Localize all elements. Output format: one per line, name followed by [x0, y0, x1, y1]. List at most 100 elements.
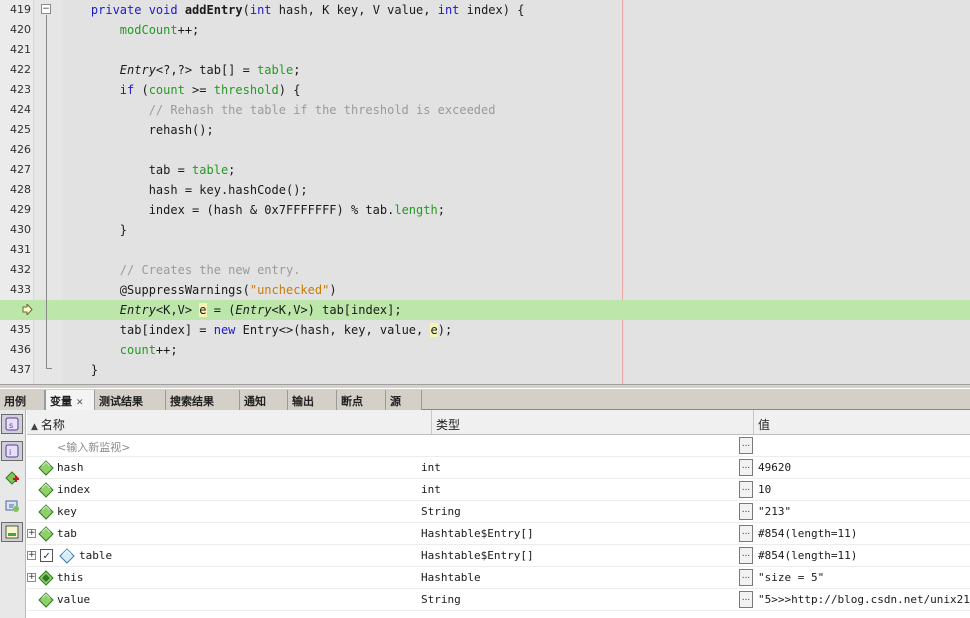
variable-value[interactable]: "213": [758, 505, 791, 518]
code-line[interactable]: 426: [0, 140, 970, 160]
code-text[interactable]: if (count >= threshold) {: [62, 83, 301, 97]
line-number: 428: [10, 183, 31, 196]
code-line[interactable]: 435 tab[index] = new Entry<>(hash, key, …: [0, 320, 970, 340]
code-text[interactable]: private void addEntry(int hash, K key, V…: [62, 3, 525, 17]
variable-row-tab[interactable]: + tab Hashtable$Entry[]... #854(length=11): [27, 523, 970, 545]
code-line[interactable]: 434 Entry<K,V> e = (Entry<K,V>) tab[inde…: [0, 300, 970, 320]
expand-toggle-icon[interactable]: +: [27, 573, 36, 582]
variable-name: index: [57, 483, 91, 496]
variable-row-key[interactable]: key String... "213": [27, 501, 970, 523]
code-line[interactable]: 421: [0, 40, 970, 60]
code-line[interactable]: 422 Entry<?,?> tab[] = table;: [0, 60, 970, 80]
edit-value-button[interactable]: ...: [739, 481, 753, 498]
tab-label: 搜索结果: [170, 395, 214, 408]
code-text[interactable]: }: [62, 363, 98, 377]
code-text[interactable]: // Creates the new entry.: [62, 263, 301, 277]
variable-value[interactable]: #854(length=11): [758, 527, 857, 540]
code-text[interactable]: }: [62, 223, 127, 237]
tab-1[interactable]: 变量 ✕: [45, 390, 95, 410]
watch-checkbox[interactable]: ✓: [40, 549, 53, 562]
variable-type: Hashtable: [421, 571, 481, 584]
show-values-button[interactable]: [1, 522, 23, 542]
code-line[interactable]: 430 }: [0, 220, 970, 240]
code-token: count: [62, 343, 156, 357]
tab-label: 断点: [341, 395, 363, 408]
variable-row-index[interactable]: index int... 10: [27, 479, 970, 501]
variable-value[interactable]: 49620: [758, 461, 791, 474]
show-inherited-button[interactable]: i: [1, 441, 23, 461]
code-token: Entry<>(hash, key, value,: [235, 323, 431, 337]
edit-value-button[interactable]: ...: [739, 547, 753, 564]
expand-toggle-icon[interactable]: +: [27, 529, 36, 538]
variable-row-this[interactable]: + this Hashtable... "size = 5": [27, 567, 970, 589]
code-line[interactable]: 432 // Creates the new entry.: [0, 260, 970, 280]
code-line[interactable]: 429 index = (hash & 0x7FFFFFFF) % tab.le…: [0, 200, 970, 220]
edit-value-button[interactable]: ...: [739, 569, 753, 586]
code-line[interactable]: 428 hash = key.hashCode();: [0, 180, 970, 200]
variable-row-hash[interactable]: hash int... 49620: [27, 457, 970, 479]
code-token: new: [213, 323, 236, 337]
code-text[interactable]: tab = table;: [62, 163, 236, 177]
code-text[interactable]: hash = key.hashCode();: [62, 183, 308, 197]
line-number: 431: [10, 243, 31, 256]
tab-label: 输出: [292, 395, 314, 408]
tab-3[interactable]: 搜索结果: [166, 390, 240, 410]
code-text[interactable]: tab[index] = new Entry<>(hash, key, valu…: [62, 323, 452, 337]
column-header-value[interactable]: 值: [754, 410, 970, 435]
code-text[interactable]: // Rehash the table if the threshold is …: [62, 103, 496, 117]
code-line[interactable]: 437 }: [0, 360, 970, 380]
variable-value[interactable]: 10: [758, 483, 771, 496]
tab-4[interactable]: 通知: [240, 390, 288, 410]
code-line[interactable]: 420 modCount++;: [0, 20, 970, 40]
tab-6[interactable]: 断点: [337, 390, 386, 410]
variable-row-table[interactable]: + ✓ table Hashtable$Entry[]... #854(length=1…: [27, 545, 970, 567]
new-watch-placeholder[interactable]: <输入新监视>: [57, 439, 130, 455]
edit-value-button[interactable]: ...: [739, 437, 753, 454]
edit-value-button[interactable]: ...: [739, 503, 753, 520]
code-line[interactable]: 431: [0, 240, 970, 260]
edit-value-button[interactable]: ...: [739, 525, 753, 542]
code-token: private void: [62, 3, 185, 17]
code-text[interactable]: @SuppressWarnings("unchecked"): [62, 283, 337, 297]
code-line[interactable]: 425 rehash();: [0, 120, 970, 140]
code-line[interactable]: 423 if (count >= threshold) {: [0, 80, 970, 100]
expand-toggle-icon[interactable]: +: [27, 551, 36, 560]
code-line[interactable]: 427 tab = table;: [0, 160, 970, 180]
code-line[interactable]: 436 count++;: [0, 340, 970, 360]
variable-value[interactable]: "size = 5": [758, 571, 824, 584]
code-text[interactable]: count++;: [62, 343, 178, 357]
code-text[interactable]: Entry<?,?> tab[] = table;: [62, 63, 301, 77]
code-token: "unchecked": [249, 283, 330, 297]
variable-value[interactable]: #854(length=11): [758, 549, 857, 562]
code-line[interactable]: 433 @SuppressWarnings("unchecked"): [0, 280, 970, 300]
show-static-button[interactable]: s: [1, 414, 23, 434]
column-header-type[interactable]: 类型: [432, 410, 754, 435]
filter-button[interactable]: [1, 495, 23, 515]
svg-text:i: i: [9, 448, 11, 457]
tab-2[interactable]: 测试结果: [95, 390, 166, 410]
tab-close-icon[interactable]: ✕: [76, 398, 84, 408]
code-text[interactable]: index = (hash & 0x7FFFFFFF) % tab.length…: [62, 203, 445, 217]
code-line[interactable]: 424 // Rehash the table if the threshold…: [0, 100, 970, 120]
fold-toggle-icon[interactable]: −: [41, 4, 51, 14]
code-token: // Rehash the table if the threshold is …: [62, 103, 496, 117]
new-watch-button[interactable]: [1, 468, 23, 488]
code-text[interactable]: modCount++;: [62, 23, 199, 37]
tab-7[interactable]: 源: [386, 390, 422, 410]
new-watch-row[interactable]: <输入新监视> ...: [27, 435, 970, 457]
code-token: table: [192, 163, 229, 177]
code-text[interactable]: Entry<K,V> e = (Entry<K,V>) tab[index];: [62, 303, 402, 317]
line-number: 422: [10, 63, 31, 76]
code-line[interactable]: 419− private void addEntry(int hash, K k…: [0, 0, 970, 20]
edit-value-button[interactable]: ...: [739, 591, 753, 608]
code-editor[interactable]: 419− private void addEntry(int hash, K k…: [0, 0, 970, 384]
variable-row-value[interactable]: value String... "5>>>http://blog.csdn.net/…: [27, 589, 970, 611]
edit-value-button[interactable]: ...: [739, 459, 753, 476]
tab-0[interactable]: 用例: [0, 390, 45, 410]
code-text[interactable]: rehash();: [62, 123, 214, 137]
line-number: 424: [10, 103, 31, 116]
variable-value[interactable]: "5>>>http://blog.csdn.net/unix21/": [758, 593, 970, 606]
column-header-name[interactable]: ▲ 名称: [27, 410, 432, 435]
tab-label: 用例: [4, 395, 26, 408]
tab-5[interactable]: 输出: [288, 390, 337, 410]
